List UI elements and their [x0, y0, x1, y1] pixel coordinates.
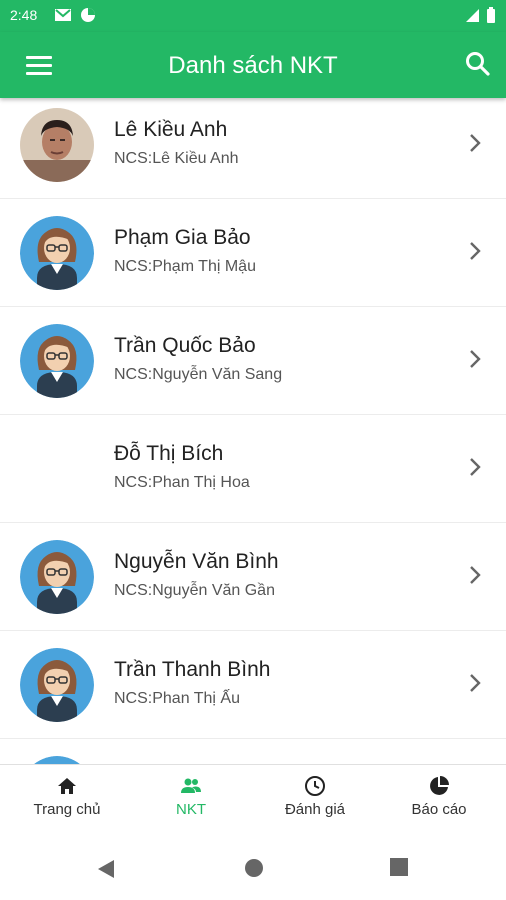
list-item[interactable]: Trần Thanh Bình NCS:Phan Thị Ấu [0, 630, 506, 739]
list-item[interactable]: Phạm Gia Bảo NCS:Phạm Thị Mậu [0, 198, 506, 307]
person-name: Trần Thanh Bình [114, 658, 271, 681]
chevron-right-icon [470, 458, 481, 476]
people-icon [181, 778, 201, 793]
clock-icon [305, 776, 325, 796]
avatar [20, 216, 94, 290]
tab-nkt[interactable]: NKT [128, 765, 254, 837]
list-item[interactable] [0, 738, 506, 764]
app-bar: Danh sách NKT [0, 32, 506, 98]
caregiver-name: NCS:Phan Thị Ấu [114, 690, 240, 707]
caregiver-name: NCS:Phan Thị Hoa [114, 474, 250, 491]
tab-rating[interactable]: Đánh giá [252, 765, 378, 837]
chevron-right-icon [470, 350, 481, 368]
list-item[interactable]: Trần Quốc Bảo NCS:Nguyễn Văn Sang [0, 306, 506, 415]
avatar [20, 540, 94, 614]
caregiver-name: NCS:Phạm Thị Mậu [114, 258, 256, 275]
chevron-right-icon [470, 134, 481, 152]
person-name: Nguyễn Văn Bình [114, 550, 279, 573]
tab-nkt-label: NKT [176, 801, 206, 818]
person-list: Lê Kiều Anh NCS:Lê Kiều Anh Phạm Gia Bảo… [0, 90, 506, 764]
search-icon[interactable] [464, 50, 492, 78]
tab-home[interactable]: Trang chủ [4, 765, 130, 837]
avatar [20, 324, 94, 398]
chevron-right-icon [470, 566, 481, 584]
page-title: Danh sách NKT [168, 52, 338, 79]
person-name: Trần Quốc Bảo [114, 334, 256, 357]
avatar [20, 108, 94, 182]
back-icon[interactable] [96, 858, 116, 880]
caregiver-name: NCS:Nguyễn Văn Gần [114, 582, 275, 599]
avatar [20, 648, 94, 722]
system-nav-bar [0, 836, 506, 900]
gmail-icon [55, 9, 71, 21]
status-time: 2:48 [10, 7, 38, 23]
tab-rating-label: Đánh giá [284, 801, 346, 818]
person-name: Đỗ Thị Bích [114, 442, 224, 465]
tab-report[interactable]: Báo cáo [376, 765, 502, 837]
list-item[interactable]: Nguyễn Văn Bình NCS:Nguyễn Văn Gần [0, 522, 506, 631]
home-button-icon[interactable] [244, 858, 264, 878]
app-notification-icon [81, 8, 95, 22]
person-name: Lê Kiều Anh [114, 118, 228, 141]
list-item[interactable]: Đỗ Thị Bích NCS:Phan Thị Hoa [0, 414, 506, 523]
status-bar: 2:48 [0, 0, 506, 32]
home-icon [58, 778, 76, 794]
chevron-right-icon [470, 674, 481, 692]
signal-icon [466, 9, 479, 22]
recents-icon[interactable] [390, 858, 408, 876]
pie-chart-icon [430, 776, 449, 795]
chevron-right-icon [470, 242, 481, 260]
person-name: Phạm Gia Bảo [114, 226, 251, 249]
caregiver-name: NCS:Nguyễn Văn Sang [114, 366, 283, 383]
avatar [20, 756, 94, 764]
bottom-nav: Trang chủ NKT Đánh giá Báo cáo [0, 764, 506, 837]
caregiver-name: NCS:Lê Kiều Anh [114, 150, 239, 167]
tab-report-label: Báo cáo [411, 801, 467, 818]
list-item[interactable]: Lê Kiều Anh NCS:Lê Kiều Anh [0, 90, 506, 199]
tab-home-label: Trang chủ [33, 801, 101, 818]
battery-icon [487, 7, 495, 23]
